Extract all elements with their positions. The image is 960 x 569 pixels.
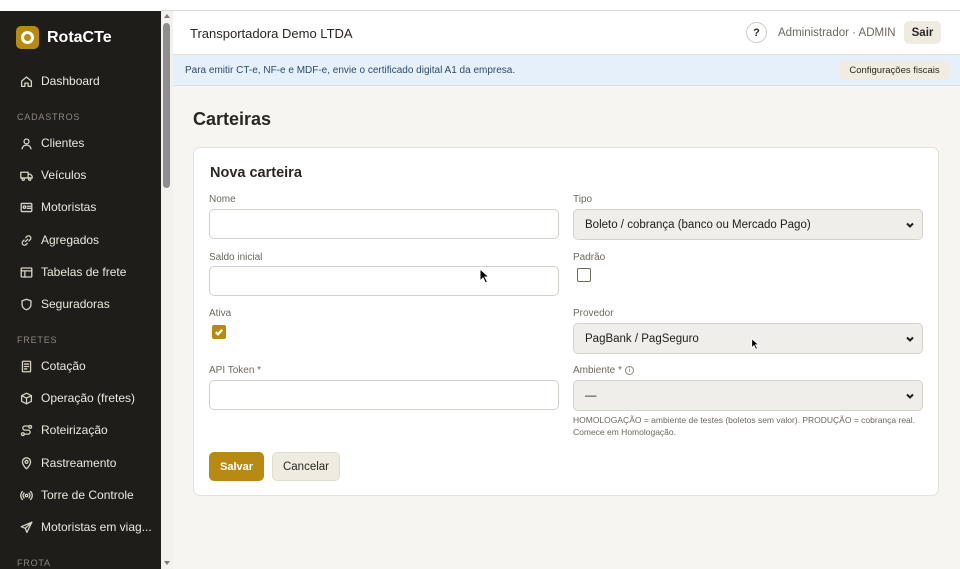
- send-icon: [20, 521, 33, 533]
- ativa-checkbox[interactable]: [212, 325, 226, 339]
- sidebar-item-seguradoras[interactable]: Seguradoras: [20, 297, 110, 311]
- box-icon: [20, 392, 33, 404]
- table-icon: [20, 266, 33, 278]
- document-icon: [21, 360, 32, 372]
- save-button[interactable]: Salvar: [209, 452, 264, 481]
- shield-icon: [21, 298, 32, 310]
- scroll-down-icon[interactable]: [164, 561, 170, 565]
- info-icon[interactable]: i: [624, 365, 634, 375]
- page-title: Carteiras: [193, 109, 272, 129]
- section-frota: FROTA: [17, 558, 51, 568]
- sidebar-item-clientes[interactable]: Clientes: [20, 136, 84, 150]
- sidebar-item-label: Torre de Controle: [41, 488, 134, 502]
- api-token-label: API Token *: [209, 365, 262, 376]
- saldo-input[interactable]: [209, 266, 559, 296]
- saldo-label: Saldo inicial: [209, 252, 263, 263]
- ativa-label: Ativa: [209, 308, 232, 319]
- sidebar-item-label: Dashboard: [41, 74, 100, 88]
- sidebar-item-label: Veículos: [41, 168, 87, 182]
- sidebar-item-agregados[interactable]: Agregados: [20, 233, 99, 247]
- sidebar: RotaCTe Dashboard CADASTROS Clientes Veí…: [0, 11, 161, 569]
- sidebar-item-tabelas-de-frete[interactable]: Tabelas de frete: [20, 265, 126, 279]
- padrao-checkbox[interactable]: [577, 268, 591, 282]
- route-icon: [20, 424, 33, 436]
- check-icon: [215, 329, 224, 336]
- chevron-down-icon: [905, 334, 915, 344]
- sidebar-item-label: Cotação: [41, 359, 86, 373]
- sidebar-item-label: Clientes: [41, 136, 85, 150]
- sidebar-item-label: Motoristas em viag...: [41, 520, 152, 534]
- section-fretes: FRETES: [17, 335, 58, 345]
- sidebar-item-motoristas-em-viagem[interactable]: Motoristas em viag...: [20, 520, 152, 534]
- map-pin-icon: [21, 456, 32, 469]
- mouse-cursor-icon: [479, 268, 491, 284]
- tipo-label: Tipo: [573, 194, 593, 205]
- sidebar-item-roteirizacao[interactable]: Roteirização: [20, 423, 108, 437]
- brand-logo-icon: [16, 26, 39, 49]
- provedor-select[interactable]: PagBank / PagSeguro: [573, 323, 923, 354]
- sidebar-item-label: Rastreamento: [41, 456, 117, 470]
- provedor-label: Provedor: [573, 308, 614, 319]
- sidebar-item-label: Seguradoras: [41, 297, 110, 311]
- ambiente-help-text: HOMOLOGAÇÃO = ambiente de testes (boleto…: [573, 415, 916, 437]
- sidebar-item-label: Operação (fretes): [41, 391, 136, 405]
- top-header: Transportadora Demo LTDA ? Administrador…: [173, 11, 960, 55]
- ambiente-selected-value: —: [585, 390, 597, 402]
- id-card-icon: [20, 202, 33, 212]
- user-icon: [21, 137, 32, 149]
- section-cadastros: CADASTROS: [17, 112, 81, 122]
- sidebar-item-cotacao[interactable]: Cotação: [20, 359, 86, 373]
- tipo-select[interactable]: Boleto / cobrança (banco ou Mercado Pago…: [573, 209, 923, 240]
- help-button[interactable]: ?: [746, 22, 767, 43]
- ambiente-label-text: Ambiente *: [573, 365, 622, 376]
- mouse-cursor-icon: [751, 338, 760, 350]
- ambiente-select[interactable]: —: [573, 380, 923, 411]
- sidebar-item-veiculos[interactable]: Veículos: [20, 168, 86, 182]
- alert-text: Para emitir CT-e, NF-e e MDF-e, envie o …: [185, 65, 516, 76]
- sidebar-item-torre-de-controle[interactable]: Torre de Controle: [20, 488, 134, 502]
- company-name: Transportadora Demo LTDA: [190, 26, 353, 41]
- sidebar-scrollbar[interactable]: [161, 11, 173, 569]
- brand[interactable]: RotaCTe: [16, 26, 112, 49]
- form-title: Nova carteira: [210, 165, 302, 181]
- cancel-button[interactable]: Cancelar: [272, 452, 340, 481]
- sidebar-item-label: Agregados: [41, 233, 100, 247]
- sidebar-item-rastreamento[interactable]: Rastreamento: [20, 456, 116, 470]
- scroll-up-icon[interactable]: [164, 14, 170, 18]
- logout-button[interactable]: Sair: [904, 21, 941, 44]
- sidebar-item-motoristas[interactable]: Motoristas: [20, 200, 96, 214]
- padrao-label: Padrão: [573, 252, 606, 263]
- scroll-thumb[interactable]: [163, 23, 170, 188]
- nome-label: Nome: [209, 194, 236, 205]
- tipo-selected-value: Boleto / cobrança (banco ou Mercado Pago…: [585, 219, 811, 231]
- brand-name: RotaCTe: [47, 28, 112, 46]
- home-icon: [20, 75, 33, 87]
- ambiente-label: Ambiente * i: [573, 365, 634, 376]
- api-token-input[interactable]: [209, 380, 559, 410]
- sidebar-item-label: Roteirização: [41, 423, 108, 437]
- sidebar-item-label: Motoristas: [41, 200, 97, 214]
- sidebar-item-operacao[interactable]: Operação (fretes): [20, 391, 135, 405]
- new-wallet-card: Nova carteira Nome Tipo Boleto / cobranç…: [193, 147, 939, 496]
- radio-tower-icon: [20, 490, 33, 500]
- user-label: Administrador · ADMIN: [778, 27, 896, 39]
- chevron-down-icon: [905, 220, 915, 230]
- main-content: Transportadora Demo LTDA ? Administrador…: [173, 11, 960, 569]
- nome-input[interactable]: [209, 209, 559, 239]
- chevron-down-icon: [905, 391, 915, 401]
- sidebar-item-dashboard[interactable]: Dashboard: [20, 74, 100, 88]
- provedor-selected-value: PagBank / PagSeguro: [585, 333, 699, 345]
- link-icon: [21, 234, 32, 246]
- certificate-alert: Para emitir CT-e, NF-e e MDF-e, envie o …: [173, 55, 960, 86]
- sidebar-item-label: Tabelas de frete: [41, 265, 127, 279]
- fiscal-settings-button[interactable]: Configurações fiscais: [840, 61, 949, 80]
- truck-icon: [20, 171, 33, 181]
